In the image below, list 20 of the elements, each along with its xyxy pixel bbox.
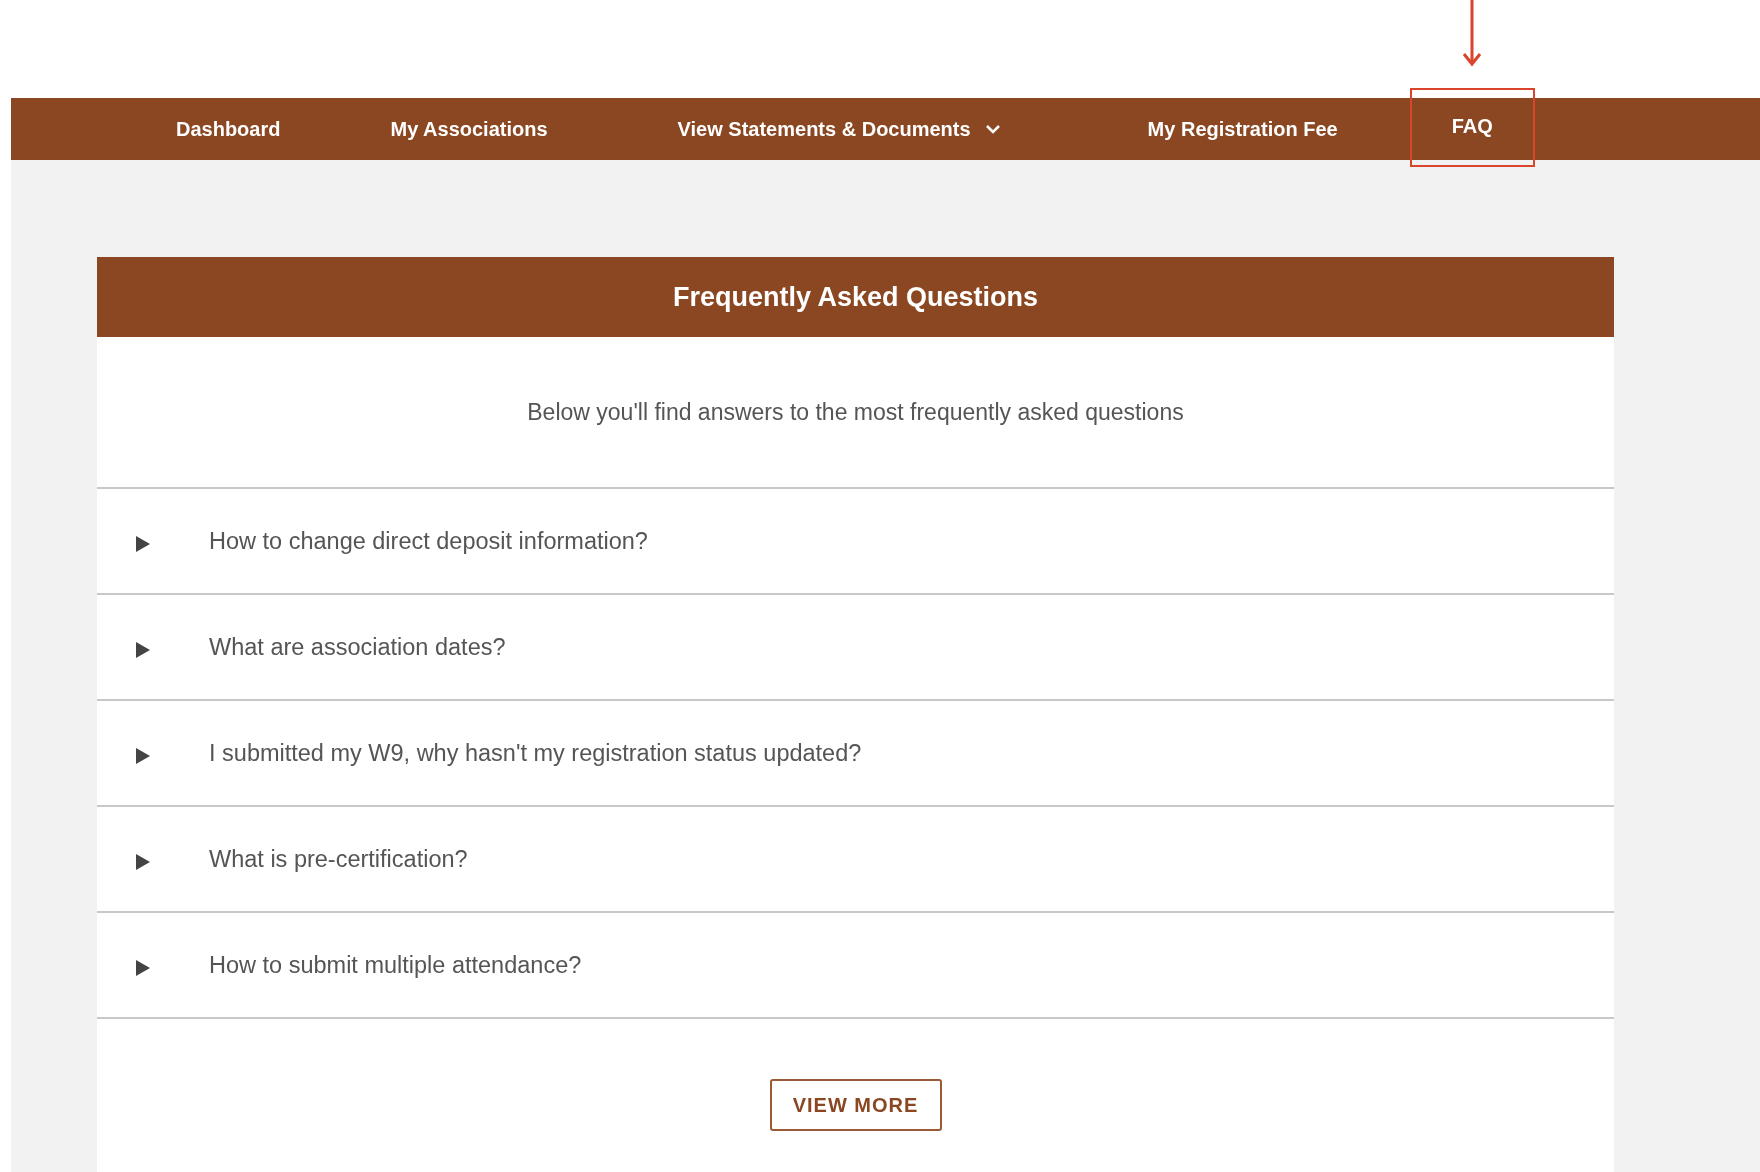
card-title: Frequently Asked Questions [672,281,1039,313]
expand-triangle-icon [135,747,151,765]
nav-link[interactable]: View Statements & Documents [602,98,1076,160]
faq-question[interactable]: What is pre-certification? [97,807,1614,913]
expand-triangle-icon [135,641,151,659]
faq-question[interactable]: What are association dates? [97,595,1614,701]
nav-link[interactable]: FAQ [1409,88,1535,167]
chevron-down-icon [984,124,1001,134]
view-more-button[interactable]: VIEW MORE [769,1079,942,1131]
nav-link[interactable]: My Registration Fee [1075,98,1410,160]
expand-triangle-icon [135,535,151,553]
intro-text: Below you'll find answers to the most frequently asked questions [97,337,1614,489]
faq-question[interactable]: How to change direct deposit information? [97,489,1614,595]
expand-triangle-icon [135,853,151,871]
nav-link[interactable]: Dashboard [121,98,336,160]
arrow-icon [1462,0,1483,68]
expand-triangle-icon [135,959,151,977]
faq-question[interactable]: How to submit multiple attendance? [97,913,1614,1019]
faq-question[interactable]: I submitted my W9, why hasn't my registration status updated? [97,701,1614,807]
nav-link[interactable]: My Associations [335,98,603,160]
